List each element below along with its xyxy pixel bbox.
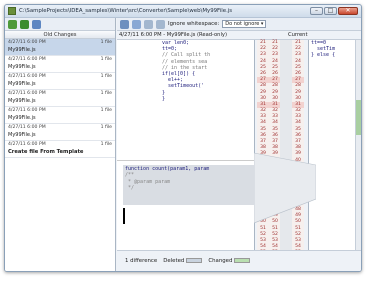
changes-list: 4/27/11 6:00 PM 1 file My99File.js 4/27/11 … (5, 39, 115, 158)
window-body: Old Changes 4/27/11 6:00 PM 1 file My99Fil… (5, 18, 361, 271)
change-file: My99File.js (8, 47, 36, 53)
change-size: 1 file (100, 91, 112, 96)
deleted-legend: Deleted (163, 258, 203, 264)
change-size: 1 file (100, 142, 112, 147)
code-line: */ (125, 185, 135, 192)
deleted-swatch (186, 258, 203, 263)
refresh-icon[interactable] (20, 19, 29, 29)
change-date: 4/27/11 6:00 PM (8, 91, 46, 96)
diff-toolbar: Ignore whitespace: Do not ignore ▾ (117, 18, 361, 31)
window-title: C:\SampleProjects\IDEA_samples\Winter\sr… (19, 8, 233, 14)
left-file-label: 4/27/11 6:00 PM - My99File.js (Read-only… (119, 32, 228, 38)
change-date: 4/27/11 6:00 PM (8, 142, 46, 147)
changes-header: Old Changes (5, 31, 115, 39)
diff-window: C:\SampleProjects\IDEA_samples\Winter\sr… (4, 4, 362, 272)
right-editor[interactable]: tt==0 setTim} else { (308, 40, 355, 250)
change-item[interactable]: 4/27/11 6:00 PM 1 file My99File.js (5, 107, 115, 124)
left-line-numbers: 21 22 23 24 25 26 27 28 29 30 31 32 33 34 35 36 37 38 39 40… (257, 40, 269, 271)
change-file: My99File.js (8, 64, 36, 70)
change-date: 4/27/11 6:00 PM (8, 74, 46, 79)
diff-gutter (280, 40, 292, 250)
status-bar: 1 difference Deleted Changed (117, 250, 361, 271)
change-file: Create file From Template (8, 149, 84, 155)
changed-swatch (234, 258, 251, 263)
change-size: 1 file (100, 74, 112, 79)
difference-count: 1 difference (125, 258, 158, 264)
lower-code: function count(param1, param/** * @param… (117, 161, 254, 192)
change-date: 4/27/11 6:00 PM (8, 40, 46, 45)
minimize-button[interactable]: – (310, 7, 323, 15)
help-icon[interactable] (32, 19, 41, 29)
text-caret (123, 208, 125, 224)
maximize-button[interactable]: □ (324, 7, 337, 15)
right-line-numbers: 21 22 23 24 25 26 27 28 29 30 31 32 33 34 35 36 37 38 39 40… (292, 40, 304, 271)
change-date: 4/27/11 6:00 PM (8, 108, 46, 113)
left-editor[interactable]: var len0; tt=0;// Call split th// element… (117, 40, 255, 160)
change-file: My99File.js (8, 98, 36, 104)
change-size: 1 file (100, 125, 112, 130)
change-size: 1 file (100, 108, 112, 113)
nav-forward-icon[interactable] (132, 19, 141, 29)
diff-area: Ignore whitespace: Do not ignore ▾ 4/27/… (117, 18, 361, 271)
change-item[interactable]: 4/27/11 6:00 PM 1 file My99File.js (5, 39, 115, 56)
diff-subheader: 4/27/11 6:00 PM - My99File.js (Read-only… (117, 31, 361, 40)
ignore-whitespace-label: Ignore whitespace: (168, 21, 220, 27)
down-arrow-icon[interactable] (156, 19, 165, 29)
up-arrow-icon[interactable] (144, 19, 153, 29)
change-item[interactable]: 4/27/11 6:00 PM 1 file My99File.js (5, 90, 115, 107)
deleted-label: Deleted (163, 258, 185, 264)
vertical-scrollbar[interactable] (355, 40, 361, 250)
close-button[interactable]: ✕ (338, 7, 358, 15)
change-date: 4/27/11 6:00 PM (8, 125, 46, 130)
revert-icon[interactable] (8, 19, 17, 29)
scrollbar-thumb[interactable] (356, 100, 361, 135)
app-icon (8, 7, 16, 15)
change-item[interactable]: 4/27/11 6:00 PM 1 file My99File.js (5, 124, 115, 141)
title-bar: C:\SampleProjects\IDEA_samples\Winter\sr… (5, 5, 361, 18)
changes-toolbar (5, 18, 115, 31)
change-file: My99File.js (8, 81, 36, 87)
ignore-whitespace-value: Do not ignore (225, 21, 260, 27)
window-controls: – □ ✕ (310, 7, 358, 15)
changed-legend: Changed (208, 258, 251, 264)
ignore-whitespace-dropdown[interactable]: Do not ignore ▾ (222, 20, 267, 28)
change-item[interactable]: 4/27/11 6:00 PM 1 file My99File.js (5, 73, 115, 90)
change-item[interactable]: 4/27/11 6:00 PM 1 file My99File.js (5, 56, 115, 73)
changed-label: Changed (208, 258, 233, 264)
change-size: 1 file (100, 40, 112, 45)
change-file: My99File.js (8, 115, 36, 121)
code-line: } (162, 95, 166, 102)
changes-panel: Old Changes 4/27/11 6:00 PM 1 file My99Fil… (5, 18, 116, 271)
right-file-label: Current (288, 32, 308, 38)
change-file: My99File.js (8, 132, 36, 138)
change-item[interactable]: 4/27/11 6:00 PM 1 file Create file From Te… (5, 141, 115, 158)
nav-back-icon[interactable] (120, 19, 129, 29)
change-date: 4/27/11 6:00 PM (8, 57, 46, 62)
change-size: 1 file (100, 57, 112, 62)
